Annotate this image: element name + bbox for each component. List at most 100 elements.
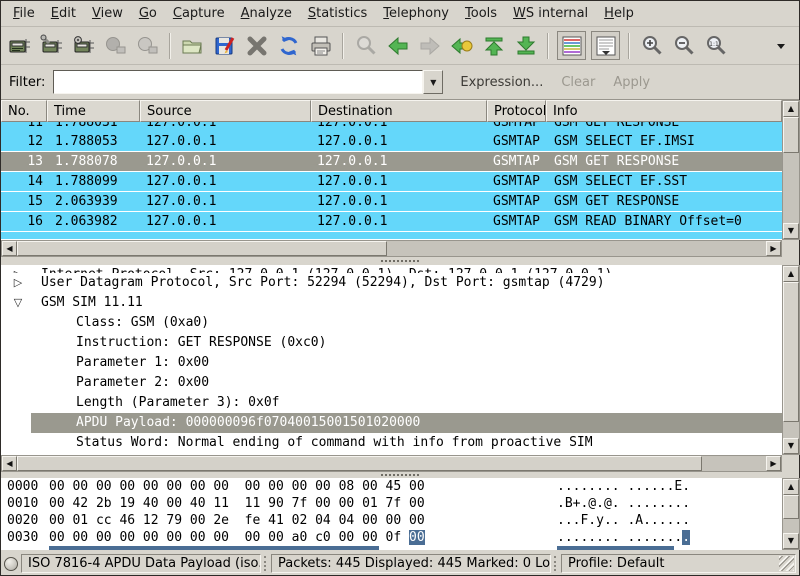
- detail-row[interactable]: Instruction: GET RESPONSE (0xc0): [1, 333, 782, 353]
- column-header[interactable]: Protocol: [487, 100, 546, 122]
- detail-row[interactable]: Length (Parameter 3): 0x0f: [1, 393, 782, 413]
- zoom-in-icon[interactable]: [636, 30, 667, 61]
- statusbar-grip[interactable]: [554, 556, 558, 571]
- column-header[interactable]: No.: [1, 100, 47, 122]
- hex-row[interactable]: 0030 00 00 00 00 00 00 00 00 00 00 a0 c0…: [1, 529, 782, 546]
- go-back-icon[interactable]: [382, 30, 413, 61]
- menu-item[interactable]: Edit: [43, 2, 84, 25]
- hex-vscrollbar[interactable]: ▲ ▼: [782, 478, 800, 550]
- detail-row[interactable]: Parameter 2: 0x00: [1, 373, 782, 393]
- capture-restart-icon[interactable]: [132, 30, 163, 61]
- capture-start-icon[interactable]: [68, 30, 99, 61]
- save-capture-icon[interactable]: [209, 30, 240, 61]
- colorize-icon[interactable]: [557, 31, 586, 60]
- expression-button[interactable]: Expression...: [451, 75, 552, 90]
- capture-options-icon[interactable]: [36, 30, 67, 61]
- capture-stop-icon[interactable]: [100, 30, 131, 61]
- menu-item[interactable]: Capture: [165, 2, 233, 25]
- column-header[interactable]: Source: [140, 100, 311, 122]
- scroll-right-icon[interactable]: ▶: [766, 241, 781, 256]
- hscroll-thumb[interactable]: [17, 241, 387, 256]
- scroll-down-icon[interactable]: ▼: [783, 533, 799, 549]
- filter-input[interactable]: [53, 70, 423, 94]
- pane-divider[interactable]: [1, 257, 799, 265]
- packet-row-partial: [1, 232, 782, 239]
- go-last-icon[interactable]: [510, 30, 541, 61]
- zoom-normal-icon[interactable]: 1:1: [700, 30, 731, 61]
- status-field-info: ISO 7816-4 APDU Data Payload (iso...: [21, 554, 261, 573]
- hex-row[interactable]: 0020 00 01 cc 46 12 79 00 2e fe 41 02 04…: [1, 512, 782, 529]
- reload-capture-icon[interactable]: [273, 30, 304, 61]
- filter-dropdown-icon[interactable]: ▼: [423, 70, 443, 94]
- open-capture-icon[interactable]: [177, 30, 208, 61]
- scroll-down-icon[interactable]: ▼: [783, 223, 799, 239]
- hex-dump: 0000 00 00 00 00 00 00 00 00 00 00 00 00…: [1, 478, 782, 550]
- scroll-left-icon[interactable]: ◀: [2, 241, 17, 256]
- go-to-packet-icon[interactable]: [446, 30, 477, 61]
- detail-row[interactable]: ▽GSM SIM 11.11: [1, 293, 782, 313]
- menu-item[interactable]: Tools: [457, 2, 505, 25]
- auto-scroll-icon[interactable]: [591, 31, 620, 60]
- expert-info-icon[interactable]: [4, 557, 18, 571]
- window-resize-grip[interactable]: [779, 556, 794, 571]
- close-capture-icon[interactable]: [241, 30, 272, 61]
- detail-row[interactable]: ▷User Datagram Protocol, Src Port: 52294…: [1, 273, 782, 293]
- packet-row[interactable]: 12 1.788053 127.0.0.1 127.0.0.1 GSMTAP G…: [1, 132, 782, 151]
- menu-item[interactable]: View: [84, 2, 131, 25]
- menu-item[interactable]: Analyze: [233, 2, 300, 25]
- scroll-left-icon[interactable]: ◀: [2, 456, 17, 471]
- divider-grip[interactable]: [381, 260, 419, 262]
- hscroll-thumb[interactable]: [17, 456, 702, 471]
- scroll-up-icon[interactable]: ▲: [783, 266, 799, 282]
- detail-row[interactable]: Parameter 1: 0x00: [1, 353, 782, 373]
- statusbar-grip[interactable]: [264, 556, 268, 571]
- detail-row[interactable]: Status Word: Normal ending of command wi…: [1, 433, 782, 453]
- packet-row[interactable]: 13 1.788078 127.0.0.1 127.0.0.1 GSMTAP G…: [1, 152, 782, 171]
- find-packet-icon[interactable]: [350, 30, 381, 61]
- print-icon[interactable]: [305, 30, 336, 61]
- packet-row[interactable]: 16 2.063982 127.0.0.1 127.0.0.1 GSMTAP G…: [1, 212, 782, 231]
- expander-icon[interactable]: ▷: [9, 273, 27, 293]
- menu-item[interactable]: WS internal: [505, 2, 596, 25]
- zoom-out-icon[interactable]: [668, 30, 699, 61]
- hex-row[interactable]: 0010 00 42 2b 19 40 00 40 11 11 90 7f 00…: [1, 495, 782, 512]
- status-packet-counts: Packets: 445 Displayed: 445 Marked: 0 Lo…: [271, 554, 551, 573]
- toolbar-separator: [547, 33, 549, 59]
- apply-button[interactable]: Apply: [604, 75, 659, 90]
- packet-row-clipped[interactable]: 11 1.788031 127.0.0.1 127.0.0.1 GSMTAP G…: [1, 122, 782, 132]
- detail-row[interactable]: Class: GSM (0xa0): [1, 313, 782, 333]
- menu-item[interactable]: Statistics: [300, 2, 375, 25]
- packet-row[interactable]: 15 2.063939 127.0.0.1 127.0.0.1 GSMTAP G…: [1, 192, 782, 211]
- menu-item[interactable]: File: [5, 2, 43, 25]
- column-header[interactable]: Time: [47, 100, 140, 122]
- scroll-up-icon[interactable]: ▲: [783, 101, 799, 117]
- column-header[interactable]: Destination: [311, 100, 487, 122]
- details-hscrollbar[interactable]: ◀ ▶: [1, 455, 782, 472]
- go-first-icon[interactable]: [478, 30, 509, 61]
- vscroll-thumb[interactable]: [783, 117, 799, 153]
- vscroll-thumb[interactable]: [783, 495, 799, 519]
- toolbar-separator: [342, 33, 344, 59]
- menu-item[interactable]: Telephony: [375, 2, 457, 25]
- toolbar-overflow-icon[interactable]: [765, 30, 796, 61]
- hex-row[interactable]: 0000 00 00 00 00 00 00 00 00 00 00 00 00…: [1, 478, 782, 495]
- scroll-up-icon[interactable]: ▲: [783, 479, 799, 495]
- detail-row[interactable]: APDU Payload: 000000096f0704001500150102…: [1, 413, 782, 433]
- scroll-right-icon[interactable]: ▶: [766, 456, 781, 471]
- go-forward-icon[interactable]: [414, 30, 445, 61]
- column-header[interactable]: Info: [546, 100, 782, 122]
- packet-list-vscrollbar[interactable]: ▲ ▼: [782, 100, 800, 240]
- packet-list-hscrollbar[interactable]: ◀ ▶: [1, 240, 782, 257]
- vscroll-thumb[interactable]: [783, 282, 799, 422]
- expander-icon[interactable]: ▽: [9, 293, 27, 313]
- menu-item[interactable]: Help: [596, 2, 642, 25]
- detail-row[interactable]: ▷Internet Protocol, Src: 127.0.0.1 (127.…: [1, 265, 782, 273]
- list-interfaces-icon[interactable]: [4, 30, 35, 61]
- divider-grip[interactable]: [381, 474, 419, 476]
- details-vscrollbar[interactable]: ▲ ▼: [782, 265, 800, 455]
- clear-button[interactable]: Clear: [552, 75, 604, 90]
- expander-icon[interactable]: ▷: [9, 265, 27, 273]
- scroll-down-icon[interactable]: ▼: [783, 438, 799, 454]
- packet-row[interactable]: 14 1.788099 127.0.0.1 127.0.0.1 GSMTAP G…: [1, 172, 782, 191]
- menu-item[interactable]: Go: [131, 2, 165, 25]
